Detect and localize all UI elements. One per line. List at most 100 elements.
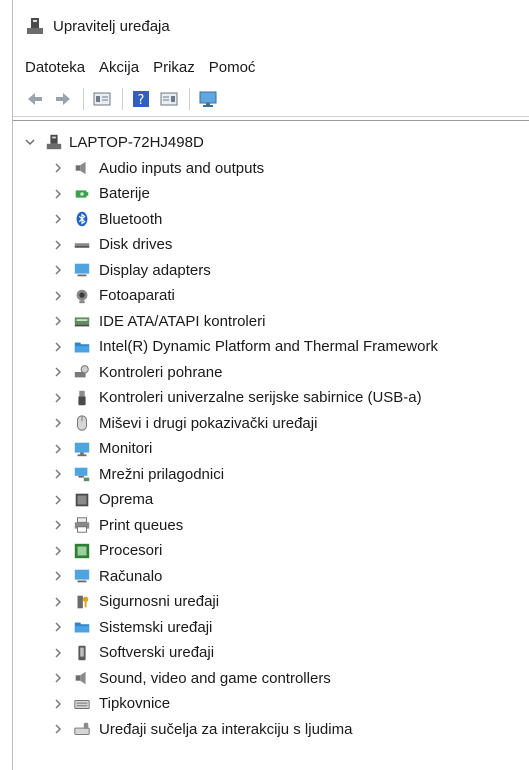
tree-item-label: Kontroleri univerzalne serijske sabirnic… bbox=[99, 389, 422, 406]
tree-item-label: Display adapters bbox=[99, 261, 211, 279]
tree-item[interactable]: Intel(R) Dynamic Platform and Thermal Fr… bbox=[51, 335, 438, 359]
tree-item-label: Softverski uređaji bbox=[99, 644, 215, 661]
chevron-right-icon[interactable] bbox=[51, 416, 65, 430]
back-icon[interactable] bbox=[23, 88, 47, 110]
chevron-right-icon[interactable] bbox=[51, 340, 65, 354]
monitor-icon bbox=[73, 440, 91, 458]
tree-item-label: Procesori bbox=[99, 542, 163, 559]
tree-item[interactable]: Monitori bbox=[51, 437, 152, 461]
chevron-right-icon[interactable] bbox=[51, 595, 65, 609]
forward-icon[interactable] bbox=[51, 88, 75, 110]
window-title: Upravitelj uređaja bbox=[53, 17, 170, 35]
device-tree: LAPTOP-72HJ498D Audio inputs and outputs… bbox=[13, 120, 529, 770]
tree-item-label: IDE ATA/ATAPI kontroleri bbox=[99, 312, 266, 330]
tree-item-label: Monitori bbox=[99, 440, 153, 457]
keyboard-icon bbox=[73, 695, 91, 713]
camera-icon bbox=[73, 287, 91, 305]
tree-item[interactable]: Sigurnosni uređaji bbox=[51, 590, 219, 614]
root-label: LAPTOP-72HJ498D bbox=[69, 133, 204, 151]
chevron-right-icon[interactable] bbox=[51, 569, 65, 583]
chevron-right-icon[interactable] bbox=[51, 442, 65, 456]
chevron-right-icon[interactable] bbox=[51, 722, 65, 736]
menu-prikaz[interactable]: Prikaz bbox=[153, 59, 195, 76]
tree-item[interactable]: Oprema bbox=[51, 488, 153, 512]
chevron-right-icon[interactable] bbox=[51, 212, 65, 226]
tree-item-label: Intel(R) Dynamic Platform and Thermal Fr… bbox=[99, 338, 438, 355]
tree-item[interactable]: Baterije bbox=[51, 182, 150, 206]
folder-icon bbox=[73, 618, 91, 636]
tree-item-label: Sigurnosni uređaji bbox=[99, 593, 220, 610]
chevron-right-icon[interactable] bbox=[51, 493, 65, 507]
tree-item[interactable]: Display adapters bbox=[51, 258, 211, 282]
usb-icon bbox=[73, 389, 91, 407]
tree-item[interactable]: Procesori bbox=[51, 539, 162, 563]
computer-root-icon bbox=[45, 133, 63, 151]
menu-datoteka[interactable]: Datoteka bbox=[25, 59, 85, 76]
disk-drive-icon bbox=[73, 236, 91, 254]
title-bar: Upravitelj uređaja bbox=[13, 0, 529, 52]
tree-item[interactable]: Fotoaparati bbox=[51, 284, 175, 308]
chevron-right-icon[interactable] bbox=[51, 671, 65, 685]
chevron-right-icon[interactable] bbox=[51, 544, 65, 558]
chevron-right-icon[interactable] bbox=[51, 391, 65, 405]
menu-bar: Datoteka Akcija Prikaz Pomoć bbox=[13, 52, 529, 82]
bluetooth-icon bbox=[73, 210, 91, 228]
toolbar-separator bbox=[122, 88, 123, 110]
tree-item[interactable]: Uređaji sučelja za interakciju s ljudima bbox=[51, 717, 352, 741]
tree-item[interactable]: Disk drives bbox=[51, 233, 172, 257]
speaker-icon bbox=[73, 669, 91, 687]
tree-item[interactable]: Miševi i drugi pokazivački uređaji bbox=[51, 411, 317, 435]
tree-item-label: Baterije bbox=[99, 185, 150, 202]
battery-icon bbox=[73, 185, 91, 203]
properties-icon[interactable] bbox=[90, 88, 114, 110]
tree-item[interactable]: Bluetooth bbox=[51, 207, 162, 231]
network-icon bbox=[73, 465, 91, 483]
display-adapter-icon bbox=[73, 261, 91, 279]
tree-item-label: Fotoaparati bbox=[99, 287, 175, 304]
tree-item[interactable]: Računalo bbox=[51, 564, 162, 588]
processor-icon bbox=[73, 542, 91, 560]
toolbar-separator bbox=[83, 88, 84, 110]
toolbar: ? bbox=[13, 82, 529, 117]
tree-item-label: Sistemski uređaji bbox=[99, 618, 213, 636]
tree-item[interactable]: IDE ATA/ATAPI kontroleri bbox=[51, 309, 265, 333]
toolbar-separator bbox=[189, 88, 190, 110]
chevron-right-icon[interactable] bbox=[51, 289, 65, 303]
device-manager-window: Upravitelj uređaja Datoteka Akcija Prika… bbox=[12, 0, 529, 770]
speaker-icon bbox=[73, 159, 91, 177]
computer-icon bbox=[73, 567, 91, 585]
tree-item[interactable]: Mrežni prilagodnici bbox=[51, 462, 224, 486]
tree-item-label: Disk drives bbox=[99, 236, 173, 253]
tree-item-label: Računalo bbox=[99, 567, 163, 585]
chevron-right-icon[interactable] bbox=[51, 620, 65, 634]
chevron-right-icon[interactable] bbox=[51, 187, 65, 201]
tree-item[interactable]: Sound, video and game controllers bbox=[51, 666, 331, 690]
chevron-right-icon[interactable] bbox=[51, 697, 65, 711]
tree-item[interactable]: Kontroleri univerzalne serijske sabirnic… bbox=[51, 386, 422, 410]
chevron-right-icon[interactable] bbox=[51, 518, 65, 532]
tree-item[interactable]: Print queues bbox=[51, 513, 183, 537]
tree-item[interactable]: Sistemski uređaji bbox=[51, 615, 212, 639]
tree-item[interactable]: Audio inputs and outputs bbox=[51, 156, 264, 180]
tree-item[interactable]: Kontroleri pohrane bbox=[51, 360, 222, 384]
update-driver-icon[interactable] bbox=[157, 88, 181, 110]
tree-item[interactable]: Softverski uređaji bbox=[51, 641, 214, 665]
menu-akcija[interactable]: Akcija bbox=[99, 59, 139, 76]
tree-item-label: Audio inputs and outputs bbox=[99, 159, 265, 177]
chevron-right-icon[interactable] bbox=[51, 314, 65, 328]
tree-item-label: Uređaji sučelja za interakciju s ljudima bbox=[99, 720, 353, 738]
chevron-right-icon[interactable] bbox=[51, 365, 65, 379]
chevron-right-icon[interactable] bbox=[51, 646, 65, 660]
chevron-right-icon[interactable] bbox=[51, 263, 65, 277]
chevron-down-icon[interactable] bbox=[23, 135, 37, 149]
tree-root[interactable]: LAPTOP-72HJ498D bbox=[23, 131, 204, 153]
monitor-icon[interactable] bbox=[196, 88, 220, 110]
folder-icon bbox=[73, 338, 91, 356]
help-icon[interactable]: ? bbox=[129, 88, 153, 110]
tree-item[interactable]: Tipkovnice bbox=[51, 692, 170, 716]
tree-item-label: Print queues bbox=[99, 516, 184, 534]
chevron-right-icon[interactable] bbox=[51, 467, 65, 481]
chevron-right-icon[interactable] bbox=[51, 238, 65, 252]
chevron-right-icon[interactable] bbox=[51, 161, 65, 175]
menu-pomoc[interactable]: Pomoć bbox=[209, 59, 256, 76]
